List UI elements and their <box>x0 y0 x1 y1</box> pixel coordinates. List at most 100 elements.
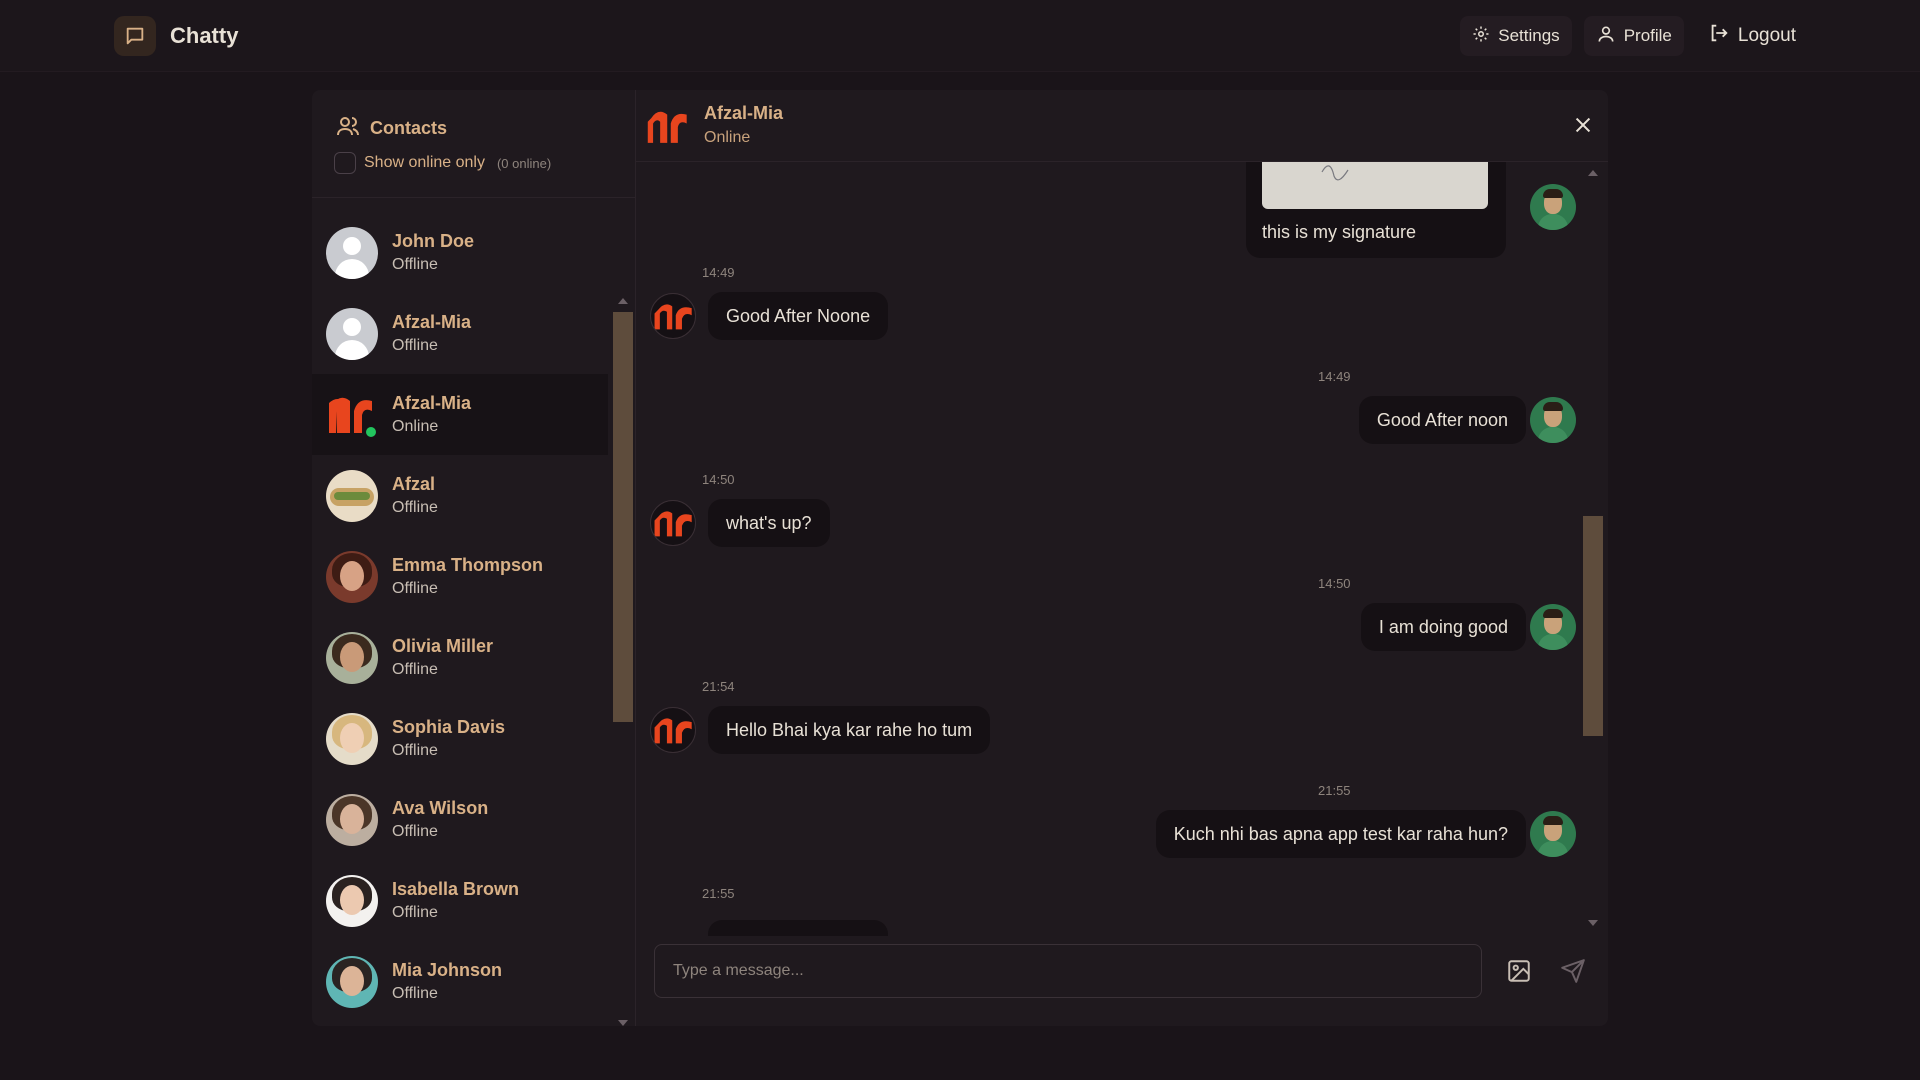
scrollbar-thumb[interactable] <box>1583 516 1603 736</box>
contact-status: Offline <box>392 742 438 759</box>
scroll-down-icon[interactable] <box>1588 920 1598 926</box>
avatar <box>650 707 696 753</box>
avatar <box>1530 811 1576 857</box>
avatar <box>1530 604 1576 650</box>
contact-item[interactable]: Isabella Brown Offline <box>312 860 608 941</box>
message-time: 21:55 <box>1318 783 1351 798</box>
message-bubble-image: this is my signature <box>1246 162 1506 258</box>
nav-actions: Settings Profile Logout <box>1460 16 1808 56</box>
message-square-icon <box>114 16 156 56</box>
contact-status: Offline <box>392 661 438 678</box>
contacts-title-label: Contacts <box>370 118 448 138</box>
profile-button[interactable]: Profile <box>1583 16 1684 56</box>
online-only-checkbox[interactable] <box>334 152 356 174</box>
avatar <box>646 104 692 150</box>
message-composer <box>636 936 1608 1026</box>
message-bubble <box>708 920 888 936</box>
contact-status: Offline <box>392 256 438 273</box>
gear-icon <box>1472 25 1490 48</box>
message-text: this is my signature <box>1262 222 1417 242</box>
message-time: 14:50 <box>702 472 735 487</box>
message-bubble: Good After Noone <box>708 292 889 340</box>
online-indicator <box>364 424 378 439</box>
logout-icon <box>1708 22 1730 50</box>
message-time: 21:54 <box>702 679 735 694</box>
contact-status: Offline <box>392 337 438 354</box>
nc-logo-icon <box>647 111 687 143</box>
message-list: this is my signature 14:49 Good After No… <box>636 162 1608 936</box>
contact-item[interactable]: Sophia Davis Offline <box>312 698 608 779</box>
profile-label: Profile <box>1623 26 1672 45</box>
message-input[interactable] <box>654 944 1482 998</box>
contact-item-active[interactable]: Afzal-Mia Online <box>312 374 608 455</box>
contact-item[interactable]: Mia Johnson Offline <box>312 941 608 1022</box>
online-filter: Show online only (0 online) <box>334 152 551 174</box>
top-navbar: Chatty Settings Profile Logout <box>0 0 1920 72</box>
chat-header: Afzal-Mia Online <box>636 90 1608 162</box>
avatar <box>326 793 378 846</box>
logout-button[interactable]: Logout <box>1696 16 1808 56</box>
send-icon[interactable] <box>1560 958 1586 984</box>
message-bubble: I am doing good <box>1360 603 1526 651</box>
avatar <box>1530 397 1576 443</box>
close-icon[interactable] <box>1572 114 1594 136</box>
contact-name: Ava Wilson <box>392 798 489 818</box>
image-icon[interactable] <box>1506 958 1532 984</box>
message-bubble: Hello Bhai kya kar rahe ho tum <box>708 706 991 754</box>
message-time: 21:55 <box>702 886 735 901</box>
scrollbar-thumb[interactable] <box>613 312 633 722</box>
avatar <box>326 712 378 765</box>
message-time: 14:50 <box>1318 576 1351 591</box>
messages-scrollbar[interactable] <box>1582 162 1604 936</box>
contact-status: Online <box>392 418 439 435</box>
avatar <box>326 307 378 360</box>
avatar <box>650 293 696 339</box>
scroll-down-icon[interactable] <box>618 1020 628 1026</box>
message-time: 14:49 <box>1318 369 1351 384</box>
online-only-label[interactable]: Show online only <box>364 154 485 172</box>
contacts-sidebar: Contacts Show online only (0 online) Joh… <box>312 90 636 1026</box>
contact-item[interactable]: Emma Thompson Offline <box>312 536 608 617</box>
contact-status: Offline <box>392 580 438 597</box>
contact-status: Offline <box>392 904 438 921</box>
avatar <box>650 500 696 546</box>
contact-name: Olivia Miller <box>392 636 494 656</box>
avatar <box>326 955 378 1008</box>
signature-image[interactable] <box>1262 162 1488 209</box>
avatar <box>326 226 378 279</box>
contact-item[interactable]: Afzal-Mia Offline <box>312 293 608 374</box>
avatar <box>326 469 378 522</box>
settings-button[interactable]: Settings <box>1460 16 1572 56</box>
scroll-up-icon[interactable] <box>618 298 628 304</box>
contact-item[interactable]: John Doe Offline <box>312 212 608 293</box>
contact-status: Offline <box>392 823 438 840</box>
brand[interactable]: Chatty <box>114 16 238 56</box>
contact-item[interactable]: Ava Wilson Offline <box>312 779 608 860</box>
online-count: (0 online) <box>496 155 552 171</box>
contact-item[interactable]: Olivia Miller Offline <box>312 617 608 698</box>
chat-panel: Afzal-Mia Online this is my signature 14… <box>636 90 1608 1026</box>
chat-contact-status: Online <box>704 129 751 146</box>
contact-name: Sophia Davis <box>392 717 506 737</box>
chat-card: Contacts Show online only (0 online) Joh… <box>312 90 1608 1026</box>
contact-status: Offline <box>392 985 438 1002</box>
contacts-title: Contacts <box>336 114 447 143</box>
sidebar-header: Contacts Show online only (0 online) <box>312 90 636 198</box>
message-bubble: Good After noon <box>1358 396 1526 444</box>
users-icon <box>336 114 360 143</box>
contact-name: John Doe <box>392 231 475 251</box>
contact-item[interactable]: Afzal Offline <box>312 455 608 536</box>
contact-name: Afzal-Mia <box>392 393 472 413</box>
avatar <box>326 550 378 603</box>
contact-name: Afzal-Mia <box>392 312 472 332</box>
contact-status: Offline <box>392 499 438 516</box>
message-time: 14:49 <box>702 265 735 280</box>
contact-list: John Doe Offline Afzal-Mia Offline Afzal… <box>312 212 608 1026</box>
contacts-scrollbar[interactable] <box>612 212 634 1026</box>
settings-label: Settings <box>1498 26 1560 45</box>
avatar <box>326 631 378 684</box>
message-bubble: what's up? <box>708 499 830 547</box>
scroll-up-icon[interactable] <box>1588 170 1598 176</box>
message-bubble: Kuch nhi bas apna app test kar raha hun? <box>1155 810 1526 858</box>
avatar <box>326 874 378 927</box>
